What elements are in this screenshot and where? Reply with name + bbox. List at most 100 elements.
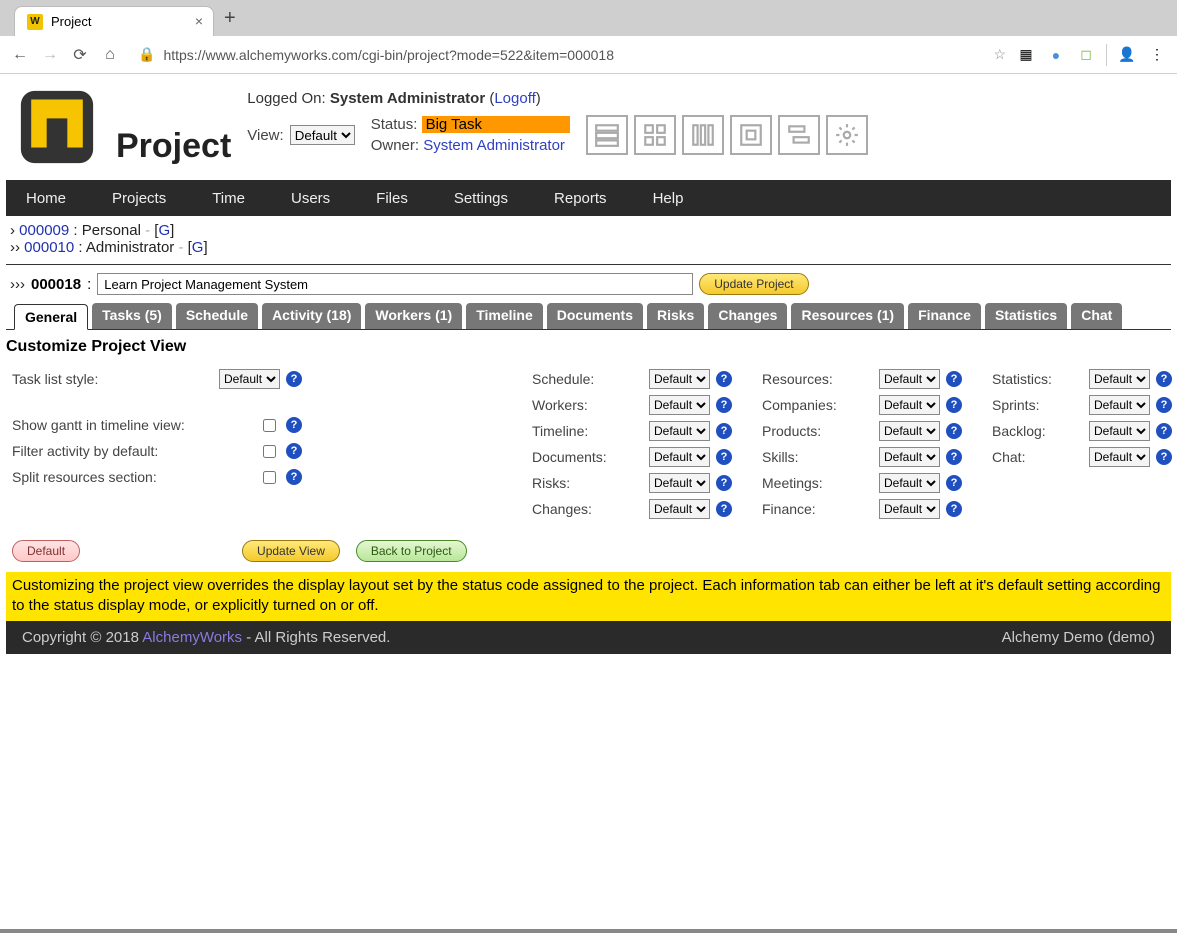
address-bar[interactable]: 🔒 https://www.alchemyworks.com/cgi-bin/p… [130, 46, 1006, 63]
tab-tasks[interactable]: Tasks (5) [92, 303, 172, 329]
new-tab-button[interactable]: + [224, 7, 236, 36]
tab-timeline[interactable]: Timeline [466, 303, 543, 329]
sprints-select[interactable]: Default [1089, 395, 1150, 415]
documents-select[interactable]: Default [649, 447, 710, 467]
help-icon[interactable]: ? [1156, 397, 1172, 413]
help-icon[interactable]: ? [1156, 371, 1172, 387]
schedule-select[interactable]: Default [649, 369, 710, 389]
help-icon[interactable]: ? [946, 501, 962, 517]
home-icon[interactable]: ⌂ [100, 45, 120, 65]
help-icon[interactable]: ? [1156, 449, 1172, 465]
tab-statistics[interactable]: Statistics [985, 303, 1067, 329]
backlog-select[interactable]: Default [1089, 421, 1150, 441]
forward-icon[interactable]: → [40, 45, 60, 65]
status-badge: Big Task [422, 116, 570, 133]
footer-link[interactable]: AlchemyWorks [142, 629, 242, 646]
close-tab-icon[interactable]: × [195, 13, 203, 29]
workers-select[interactable]: Default [649, 395, 710, 415]
update-view-button[interactable]: Update View [242, 540, 340, 562]
help-icon[interactable]: ? [716, 475, 732, 491]
nav-projects[interactable]: Projects [112, 190, 166, 207]
meetings-select[interactable]: Default [879, 473, 940, 493]
help-icon[interactable]: ? [286, 371, 302, 387]
tab-changes[interactable]: Changes [708, 303, 787, 329]
help-icon[interactable]: ? [946, 449, 962, 465]
split-resources-checkbox[interactable] [263, 471, 276, 484]
nav-files[interactable]: Files [376, 190, 408, 207]
crumb-g-2[interactable]: G [192, 239, 204, 256]
project-tabs: General Tasks (5) Schedule Activity (18)… [6, 303, 1171, 330]
extension-icon-1[interactable]: ▦ [1016, 45, 1036, 65]
help-icon[interactable]: ? [946, 475, 962, 491]
nav-settings[interactable]: Settings [454, 190, 508, 207]
help-icon[interactable]: ? [1156, 423, 1172, 439]
crumb-g-1[interactable]: G [158, 222, 170, 239]
help-icon[interactable]: ? [286, 443, 302, 459]
browser-tab[interactable]: W Project × [14, 6, 214, 36]
project-name-input[interactable] [97, 273, 693, 295]
nav-home[interactable]: Home [26, 190, 66, 207]
chat-select[interactable]: Default [1089, 447, 1150, 467]
tab-chat[interactable]: Chat [1071, 303, 1122, 329]
help-icon[interactable]: ? [716, 501, 732, 517]
help-icon[interactable]: ? [716, 371, 732, 387]
settings-gear-icon[interactable] [826, 115, 868, 155]
default-button[interactable]: Default [12, 540, 80, 562]
tab-activity[interactable]: Activity (18) [262, 303, 361, 329]
update-project-button[interactable]: Update Project [699, 273, 808, 295]
help-icon[interactable]: ? [716, 423, 732, 439]
skills-select[interactable]: Default [879, 447, 940, 467]
help-icon[interactable]: ? [286, 469, 302, 485]
tab-workers[interactable]: Workers (1) [365, 303, 462, 329]
statistics-select[interactable]: Default [1089, 369, 1150, 389]
companies-select[interactable]: Default [879, 395, 940, 415]
star-icon[interactable]: ☆ [993, 46, 1006, 63]
nav-time[interactable]: Time [212, 190, 245, 207]
show-gantt-label: Show gantt in timeline view: [12, 417, 185, 433]
view-timeline-icon[interactable] [778, 115, 820, 155]
owner-link[interactable]: System Administrator [423, 137, 565, 154]
extension-icon-2[interactable]: ● [1046, 45, 1066, 65]
tab-risks[interactable]: Risks [647, 303, 704, 329]
resources-select[interactable]: Default [879, 369, 940, 389]
nav-reports[interactable]: Reports [554, 190, 607, 207]
extension-icon-3[interactable]: ◻ [1076, 45, 1096, 65]
task-list-style-select[interactable]: Default [219, 369, 280, 389]
changes-select[interactable]: Default [649, 499, 710, 519]
back-icon[interactable]: ← [10, 45, 30, 65]
logoff-link[interactable]: Logoff [494, 90, 535, 107]
back-to-project-button[interactable]: Back to Project [356, 540, 467, 562]
tab-finance[interactable]: Finance [908, 303, 981, 329]
divider [6, 264, 1171, 265]
risks-select[interactable]: Default [649, 473, 710, 493]
menu-icon[interactable]: ⋮ [1147, 45, 1167, 65]
page-footer: Copyright © 2018 AlchemyWorks - All Righ… [6, 621, 1171, 654]
tab-general[interactable]: General [14, 304, 88, 330]
view-list-icon[interactable] [586, 115, 628, 155]
timeline-select[interactable]: Default [649, 421, 710, 441]
nav-help[interactable]: Help [653, 190, 684, 207]
reload-icon[interactable]: ⟳ [70, 45, 90, 65]
help-icon[interactable]: ? [716, 397, 732, 413]
finance-select[interactable]: Default [879, 499, 940, 519]
filter-activity-checkbox[interactable] [263, 445, 276, 458]
products-select[interactable]: Default [879, 421, 940, 441]
help-icon[interactable]: ? [286, 417, 302, 433]
crumb-link-2[interactable]: 000010 [24, 239, 74, 256]
view-frame-icon[interactable] [730, 115, 772, 155]
view-select[interactable]: Default [290, 125, 355, 145]
tab-resources[interactable]: Resources (1) [791, 303, 904, 329]
profile-icon[interactable]: 👤 [1117, 45, 1137, 65]
help-icon[interactable]: ? [946, 397, 962, 413]
help-icon[interactable]: ? [716, 449, 732, 465]
view-grid-icon[interactable] [634, 115, 676, 155]
crumb-link-1[interactable]: 000009 [19, 222, 69, 239]
help-icon[interactable]: ? [946, 423, 962, 439]
help-icon[interactable]: ? [946, 371, 962, 387]
view-columns-icon[interactable] [682, 115, 724, 155]
app-title: Project [116, 127, 231, 170]
tab-documents[interactable]: Documents [547, 303, 643, 329]
tab-schedule[interactable]: Schedule [176, 303, 258, 329]
show-gantt-checkbox[interactable] [263, 419, 276, 432]
nav-users[interactable]: Users [291, 190, 330, 207]
